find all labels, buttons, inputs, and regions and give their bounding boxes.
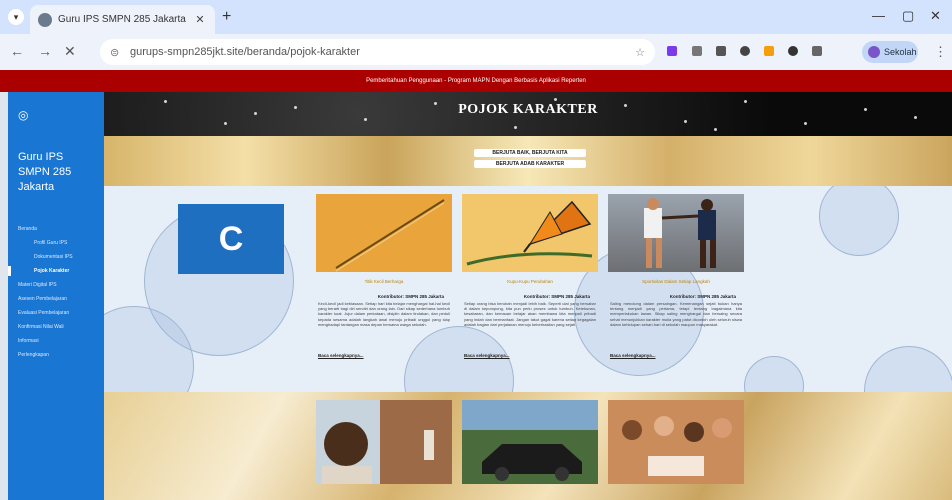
article-card[interactable]: Kupu-Kupu Perubahan Kontributor: SMPN 28… bbox=[462, 194, 598, 358]
sparkle-decor bbox=[914, 116, 917, 119]
tab-title: Guru IPS SMPN 285 Jakarta bbox=[58, 14, 186, 25]
sidebar-item-profil-guru-ips[interactable]: Profil Guru IPS bbox=[8, 236, 104, 250]
sparkle-decor bbox=[684, 120, 687, 123]
overlay-letter-badge: C bbox=[178, 204, 284, 274]
minimize-icon[interactable]: — bbox=[872, 8, 885, 23]
new-tab-button[interactable]: + bbox=[222, 8, 231, 26]
extension-icon[interactable] bbox=[692, 46, 702, 56]
page-title: POJOK KARAKTER bbox=[458, 102, 598, 117]
article-excerpt: Setiap orang bisa berubah menjadi lebih … bbox=[464, 301, 596, 327]
browser-tab-active[interactable]: Guru IPS SMPN 285 Jakarta ✕ bbox=[30, 5, 215, 34]
sidebar-item-konfirmasi-nilai-wali[interactable]: Konfirmasi Nilai Wali bbox=[8, 320, 104, 334]
decor-bubble bbox=[864, 346, 952, 392]
quote-line-2: BERJUTA ADAB KARAKTER bbox=[474, 160, 586, 168]
sparkle-decor bbox=[364, 118, 367, 121]
article-excerpt: Saling menolong dalam persaingan. Kemena… bbox=[610, 301, 742, 327]
sidebar-item-dokumentasi-ips[interactable]: Dokumentasi IPS bbox=[8, 250, 104, 264]
extension-icon[interactable] bbox=[740, 46, 750, 56]
article-thumbnail[interactable] bbox=[608, 400, 744, 484]
read-more-link[interactable]: Baca selengkapnya... bbox=[608, 353, 744, 358]
decor-bubble bbox=[744, 356, 804, 392]
profile-label: Sekolah bbox=[884, 47, 917, 57]
sparkle-decor bbox=[804, 122, 807, 125]
sparkle-decor bbox=[624, 104, 627, 107]
extensions-puzzle-icon[interactable] bbox=[812, 46, 822, 56]
extension-icon[interactable] bbox=[716, 46, 726, 56]
address-bar[interactable]: ⊜ gurups-smpn285jkt.site/beranda/pojok-k… bbox=[100, 39, 655, 65]
url-text: gurups-smpn285jkt.site/beranda/pojok-kar… bbox=[130, 46, 360, 58]
article-author: Kontributor: SMPN 285 Jakarta bbox=[669, 294, 736, 299]
farmer-illustration bbox=[316, 400, 452, 484]
sidebar-item-informasi[interactable]: Informasi bbox=[8, 334, 104, 348]
extension-icon[interactable] bbox=[764, 46, 774, 56]
sparkle-decor bbox=[294, 106, 297, 109]
announcement-bar[interactable]: Pemberitahuan Penggunaan - Program MAPN … bbox=[0, 70, 952, 92]
browser-tab-strip: ▾ Guru IPS SMPN 285 Jakarta ✕ + — ▢ ✕ bbox=[0, 0, 952, 34]
site-sidebar: ◎ Guru IPS SMPN 285 Jakarta Beranda Profi… bbox=[8, 92, 104, 500]
main-content: POJOK KARAKTER BERJUTA BAIK, BERJUTA KIT… bbox=[104, 92, 952, 500]
site-favicon-icon bbox=[38, 12, 52, 27]
article-thumbnail[interactable] bbox=[462, 194, 598, 272]
sparkle-decor bbox=[864, 108, 867, 111]
stop-loading-icon[interactable]: ✕ bbox=[64, 43, 76, 60]
site-title[interactable]: Guru IPS SMPN 285 Jakarta bbox=[18, 150, 98, 195]
avatar bbox=[868, 46, 880, 58]
browser-menu-icon[interactable]: ⋮ bbox=[934, 44, 947, 60]
hero-quote: BERJUTA BAIK, BERJUTA KITA BERJUTA ADAB … bbox=[474, 149, 586, 171]
browser-toolbar: ← → ✕ ⊜ gurups-smpn285jkt.site/beranda/p… bbox=[0, 34, 952, 70]
page-hero-banner: POJOK KARAKTER bbox=[104, 92, 952, 136]
butterfly-illustration bbox=[466, 200, 593, 266]
sparkle-decor bbox=[514, 126, 517, 129]
article-card[interactable]: Sportivitas Dalam Setiap Langkah Kontrib… bbox=[608, 194, 744, 358]
tab-search-button[interactable]: ▾ bbox=[8, 9, 24, 25]
article-author: Kontributor: SMPN 285 Jakarta bbox=[377, 294, 444, 299]
read-more-link[interactable]: Baca selengkapnya... bbox=[462, 353, 598, 358]
active-indicator bbox=[8, 266, 11, 276]
profile-button[interactable]: Sekolah bbox=[862, 41, 918, 63]
sidebar-item-asesen-pembelajaran[interactable]: Asesen Pembelajaran bbox=[8, 292, 104, 306]
sparkle-decor bbox=[714, 128, 717, 131]
sparkle-decor bbox=[554, 98, 557, 101]
article-excerpt: Kecil-kecil jadi kebiasaan. Setiap hari … bbox=[318, 301, 450, 327]
celebration-illustration bbox=[608, 400, 744, 484]
site-info-icon[interactable]: ⊜ bbox=[110, 46, 124, 59]
sparkle-decor bbox=[254, 112, 257, 115]
extension-icon[interactable] bbox=[788, 46, 798, 56]
sparkle-decor bbox=[744, 100, 747, 103]
bookmark-star-icon[interactable]: ☆ bbox=[635, 46, 645, 59]
articles-section-2 bbox=[104, 392, 952, 500]
sparkle-decor bbox=[164, 100, 167, 103]
article-author: Kontributor: SMPN 285 Jakarta bbox=[523, 294, 590, 299]
sparkle-decor bbox=[434, 102, 437, 105]
sparkle-decor bbox=[224, 122, 227, 125]
article-caption: Kupu-Kupu Perubahan bbox=[507, 279, 553, 284]
decor-bubble bbox=[819, 186, 899, 256]
stem-illustration bbox=[335, 199, 445, 272]
sidebar-item-evaluasi-pembelajaran[interactable]: Evaluasi Pembelajaran bbox=[8, 306, 104, 320]
article-caption: Titik Kecil Berharga bbox=[364, 279, 404, 284]
sidebar-item-perlengkapan[interactable]: Perlengkapan bbox=[8, 348, 104, 362]
read-more-link[interactable]: Baca selengkapnya... bbox=[316, 353, 452, 358]
site-logo-icon[interactable]: ◎ bbox=[18, 108, 28, 122]
runners-illustration bbox=[644, 198, 716, 268]
sidebar-item-pojok-karakter[interactable]: Pojok Karakter bbox=[8, 264, 104, 278]
article-card[interactable]: Titik Kecil Berharga Kontributor: SMPN 2… bbox=[316, 194, 452, 358]
quote-line-1: BERJUTA BAIK, BERJUTA KITA bbox=[474, 149, 586, 157]
car-illustration bbox=[462, 400, 598, 484]
article-thumbnail[interactable] bbox=[316, 400, 452, 484]
sidebar-item-beranda[interactable]: Beranda bbox=[8, 222, 104, 236]
tab-close-icon[interactable]: ✕ bbox=[193, 13, 207, 26]
sidebar-item-materi-digital-ips[interactable]: Materi Digital IPS bbox=[8, 278, 104, 292]
article-thumbnail[interactable] bbox=[462, 400, 598, 484]
maximize-icon[interactable]: ▢ bbox=[902, 8, 914, 24]
forward-arrow-icon[interactable]: → bbox=[38, 43, 52, 59]
back-arrow-icon[interactable]: ← bbox=[10, 43, 24, 59]
articles-section: C Titik Kecil Berharga Kontributor: SMPN… bbox=[104, 186, 952, 392]
extension-icon[interactable] bbox=[667, 46, 677, 56]
close-window-icon[interactable]: ✕ bbox=[930, 8, 941, 24]
article-thumbnail[interactable] bbox=[316, 194, 452, 272]
sidebar-nav: Beranda Profil Guru IPS Dokumentasi IPS Poj… bbox=[8, 222, 104, 362]
article-thumbnail[interactable] bbox=[608, 194, 744, 272]
article-caption: Sportivitas Dalam Setiap Langkah bbox=[642, 279, 710, 284]
